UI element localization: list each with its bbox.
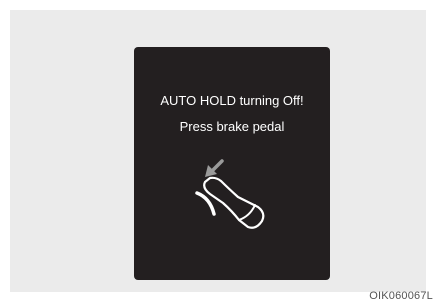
warning-message: AUTO HOLD turning Off! [160,93,304,108]
instruction-message: Press brake pedal [179,119,285,134]
figure-frame: AUTO HOLD turning Off! Press brake pedal [10,10,426,292]
figure-code: OIK060067L [369,290,433,302]
arrow-down-icon [205,159,224,177]
foot-press-brake-pedal-icon [195,159,265,229]
foot-icon [203,176,265,229]
cluster-display: AUTO HOLD turning Off! Press brake pedal [134,47,330,280]
